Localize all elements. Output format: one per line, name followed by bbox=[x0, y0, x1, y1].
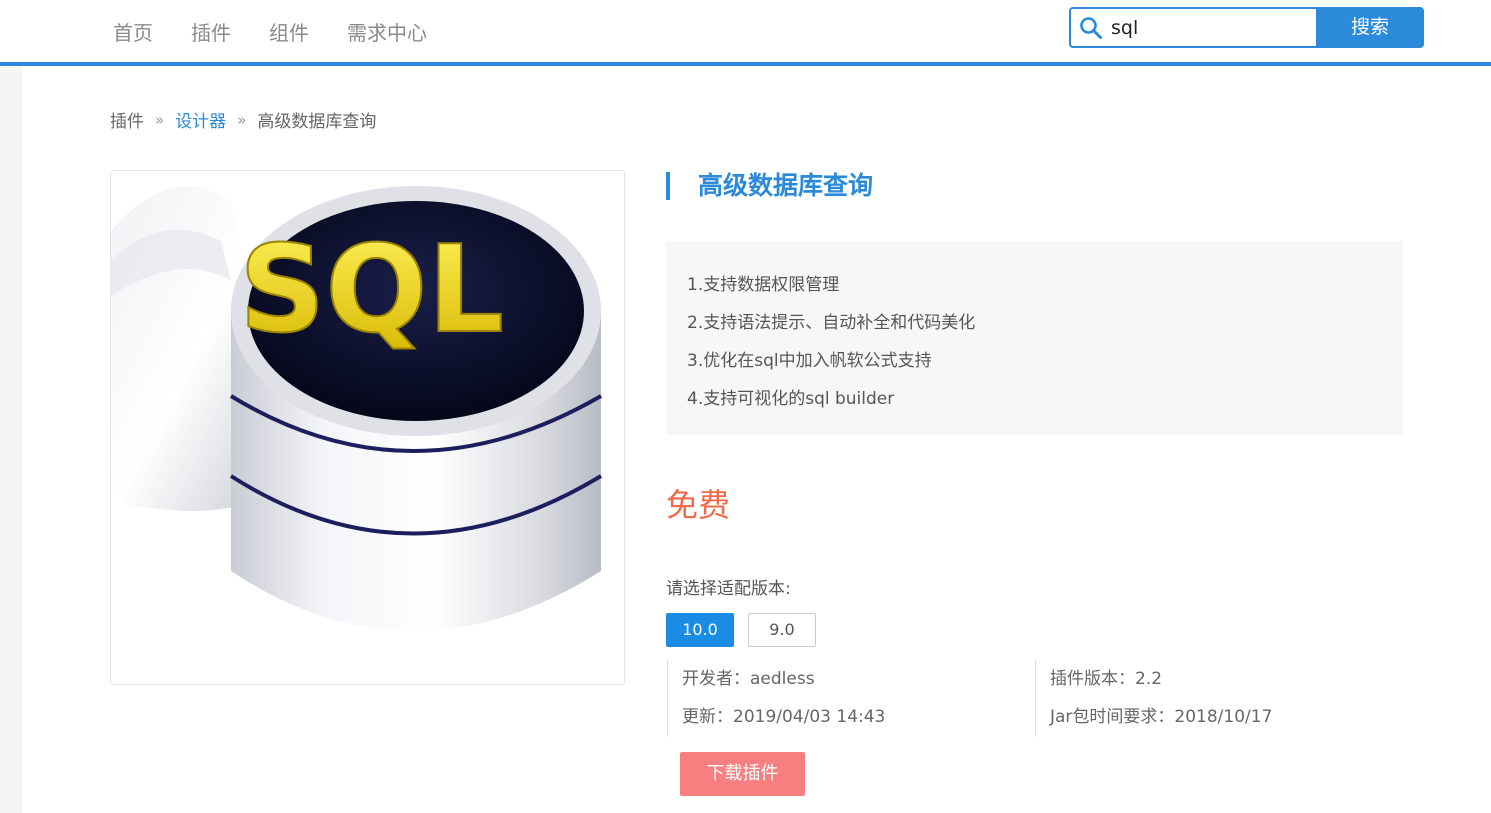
jar-requirement-info: Jar包时间要求：2018/10/17 bbox=[1050, 707, 1273, 727]
sql-database-illustration: SQL bbox=[111, 171, 624, 684]
search-button[interactable]: 搜索 bbox=[1316, 7, 1424, 48]
nav-item-home[interactable]: 首页 bbox=[113, 20, 153, 46]
plugin-version-info: 插件版本：2.2 bbox=[1050, 669, 1163, 689]
nav-item-plugins[interactable]: 插件 bbox=[191, 20, 231, 46]
nav-item-requirements[interactable]: 需求中心 bbox=[347, 20, 427, 46]
download-button[interactable]: 下载插件 bbox=[680, 752, 805, 796]
breadcrumb-separator: » bbox=[155, 110, 165, 129]
title-accent-bar bbox=[666, 172, 670, 200]
version-option-10[interactable]: 10.0 bbox=[666, 613, 734, 647]
developer-info: 开发者：aedless bbox=[682, 669, 815, 689]
meta-left: 开发者：aedless 更新：2019/04/03 14:43 bbox=[667, 660, 885, 737]
breadcrumb-separator: » bbox=[237, 110, 247, 129]
price-label: 免费 bbox=[666, 486, 731, 524]
feature-item: 1.支持数据权限管理 bbox=[687, 275, 840, 295]
breadcrumb-current: 高级数据库查询 bbox=[257, 112, 377, 132]
search-field[interactable] bbox=[1069, 7, 1316, 48]
breadcrumb: 插件 » 设计器 » 高级数据库查询 bbox=[110, 107, 377, 133]
top-navbar: 首页 插件 组件 需求中心 搜索 bbox=[0, 0, 1491, 62]
product-image: SQL bbox=[110, 170, 625, 685]
search-bar: 搜索 bbox=[1069, 7, 1424, 48]
breadcrumb-designer[interactable]: 设计器 bbox=[175, 107, 226, 132]
feature-item: 2.支持语法提示、自动补全和代码美化 bbox=[687, 313, 976, 333]
meta-right: 插件版本：2.2 Jar包时间要求：2018/10/17 bbox=[1035, 660, 1272, 737]
feature-list: 1.支持数据权限管理 2.支持语法提示、自动补全和代码美化 3.优化在sql中加… bbox=[666, 241, 1403, 435]
nav-item-components[interactable]: 组件 bbox=[269, 20, 309, 46]
feature-item: 4.支持可视化的sql builder bbox=[687, 389, 895, 409]
update-info: 更新：2019/04/03 14:43 bbox=[682, 707, 886, 727]
product-title: 高级数据库查询 bbox=[698, 171, 874, 200]
sql-text: SQL bbox=[239, 221, 504, 360]
breadcrumb-plugins[interactable]: 插件 bbox=[110, 107, 144, 132]
search-input[interactable] bbox=[1111, 16, 1301, 39]
version-label: 请选择适配版本: bbox=[666, 579, 791, 599]
version-option-9[interactable]: 9.0 bbox=[748, 613, 816, 647]
search-icon bbox=[1080, 16, 1102, 39]
feature-item: 3.优化在sql中加入帆软公式支持 bbox=[687, 351, 932, 371]
main-nav: 首页 插件 组件 需求中心 bbox=[113, 20, 465, 46]
